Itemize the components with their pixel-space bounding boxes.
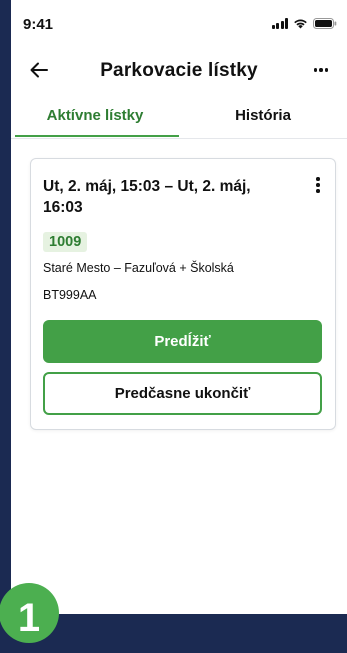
zone-code-badge: 1009 xyxy=(43,232,88,252)
app-bar: Parkovacie lístky xyxy=(11,52,347,92)
status-time: 9:41 xyxy=(23,16,54,33)
phone-screen: 9:41 Parkovacie lístky Aktívne lístky Hi… xyxy=(11,0,347,614)
wifi-icon xyxy=(294,19,307,29)
ticket-menu-icon[interactable] xyxy=(311,175,325,195)
parking-ticket-card: Ut, 2. máj, 15:03 – Ut, 2. máj, 16:03 10… xyxy=(30,158,336,430)
status-icons xyxy=(271,18,338,29)
extend-button[interactable]: Predĺžiť xyxy=(43,320,322,363)
signal-icon xyxy=(271,18,288,29)
more-options-icon[interactable] xyxy=(309,58,333,82)
zone-address: Staré Mesto – Fazuľová + Školská xyxy=(43,261,234,275)
status-bar: 9:41 xyxy=(11,0,347,44)
end-early-button[interactable]: Predčasne ukončiť xyxy=(43,372,322,415)
page-title: Parkovacie lístky xyxy=(100,60,258,81)
tab-bar: Aktívne lístky História xyxy=(11,96,347,139)
tab-history[interactable]: História xyxy=(179,96,347,136)
tab-active-tickets[interactable]: Aktívne lístky xyxy=(11,96,179,137)
step-number-badge: 1 xyxy=(0,583,59,643)
battery-icon xyxy=(313,18,337,29)
ticket-time-range: Ut, 2. máj, 15:03 – Ut, 2. máj, 16:03 xyxy=(43,178,251,216)
license-plate: BT999AA xyxy=(43,288,97,302)
